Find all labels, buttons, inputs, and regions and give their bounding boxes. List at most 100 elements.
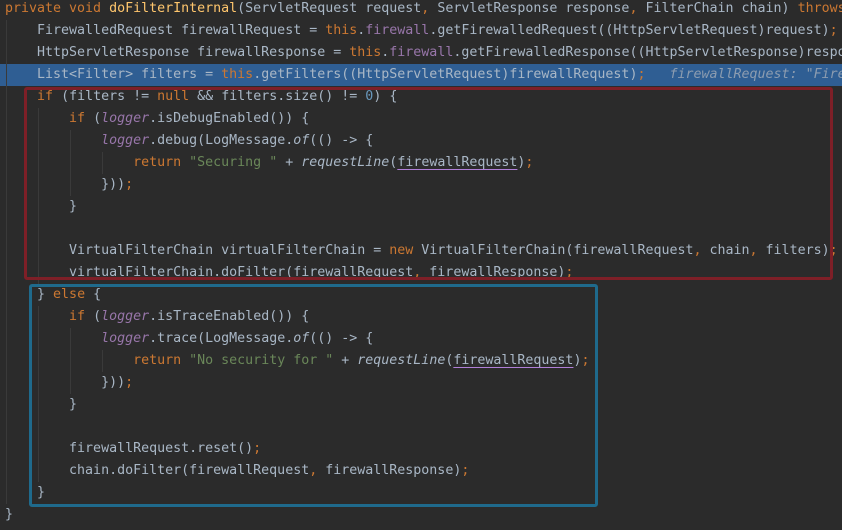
code-token: ServletResponse response xyxy=(437,1,630,16)
code-token: requestLine xyxy=(301,155,390,170)
code-token: , xyxy=(629,1,646,16)
code-token: .getFirewalledResponse((HttpServletRespo… xyxy=(453,45,842,60)
indent-guide xyxy=(70,328,71,394)
code-token: requestLine xyxy=(357,353,446,368)
indent-guide xyxy=(70,130,71,196)
code-token: ; xyxy=(565,265,574,280)
code-token: (filters != xyxy=(61,89,158,104)
code-line[interactable]: })); xyxy=(0,174,842,196)
code-line[interactable]: } xyxy=(0,504,842,526)
code-token: null xyxy=(157,89,198,104)
code-line[interactable]: private void doFilterInternal(ServletReq… xyxy=(0,0,842,20)
code-line[interactable]: } xyxy=(0,196,842,218)
code-token: } xyxy=(5,199,78,214)
code-token: })) xyxy=(5,177,126,192)
code-line[interactable]: return "No security for " + requestLine(… xyxy=(0,350,842,372)
code-token: if xyxy=(69,111,94,126)
code-token: .isDebugEnabled()) { xyxy=(149,111,310,126)
code-token: FirewalledRequest firewallRequest = xyxy=(5,23,326,38)
indent-guide xyxy=(102,350,103,372)
code-token: this xyxy=(349,45,382,60)
code-token: throws xyxy=(797,1,842,16)
code-token: VirtualFilterChain(firewallRequest xyxy=(421,243,694,258)
code-token: , xyxy=(693,243,710,258)
code-line[interactable]: } xyxy=(0,482,842,504)
code-token: this xyxy=(325,23,358,38)
code-token: } xyxy=(5,397,78,412)
code-token: .isTraceEnabled()) { xyxy=(149,309,310,324)
code-token: firewallRequest xyxy=(397,155,518,170)
code-line[interactable]: logger.trace(LogMessage.of(() -> { xyxy=(0,328,842,350)
code-line-current[interactable]: List<Filter> filters = this.getFilters((… xyxy=(0,64,842,86)
code-token: (ServletRequest request xyxy=(237,1,422,16)
code-token: chain.doFilter(firewallRequest xyxy=(5,463,310,478)
code-token: VirtualFilterChain virtualFilterChain = xyxy=(5,243,390,258)
code-token: of xyxy=(293,133,310,148)
code-token: .debug(LogMessage. xyxy=(149,133,294,148)
code-token: of xyxy=(293,331,310,346)
code-line[interactable]: firewallRequest.reset(); xyxy=(0,438,842,460)
code-line[interactable]: logger.debug(LogMessage.of(() -> { xyxy=(0,130,842,152)
code-editor[interactable]: private void doFilterInternal(ServletReq… xyxy=(0,0,842,526)
code-line[interactable]: } xyxy=(0,394,842,416)
code-token: else xyxy=(53,287,94,302)
code-token: } xyxy=(5,507,14,522)
code-token: logger xyxy=(101,111,150,126)
code-line[interactable]: if (logger.isDebugEnabled()) { xyxy=(0,108,842,130)
code-token: FilterChain chain) xyxy=(645,1,798,16)
code-token: logger xyxy=(101,331,150,346)
code-token: firewallResponse) xyxy=(325,463,462,478)
code-token: } xyxy=(5,287,54,302)
indent-guide xyxy=(38,306,39,482)
code-token: firewall xyxy=(365,23,430,38)
code-token: ; xyxy=(581,353,590,368)
code-token: .getFirewalledRequest((HttpServletReques… xyxy=(429,23,830,38)
code-token: firewallResponse) xyxy=(429,265,566,280)
code-line[interactable] xyxy=(0,218,842,240)
code-line[interactable]: chain.doFilter(firewallRequest, firewall… xyxy=(0,460,842,482)
code-token: (() -> { xyxy=(309,331,374,346)
code-token: .trace(LogMessage. xyxy=(149,331,294,346)
code-token: if xyxy=(37,89,62,104)
inline-debug-hint: firewallRequest: "Fire xyxy=(645,67,842,82)
indent-guide xyxy=(6,20,7,504)
code-token: virtualFilterChain.doFilter(firewallRequ… xyxy=(5,265,414,280)
code-token: && filters.size() != xyxy=(197,89,366,104)
code-token: this xyxy=(221,67,254,82)
code-token: , xyxy=(309,463,326,478)
code-line[interactable]: HttpServletResponse firewallResponse = t… xyxy=(0,42,842,64)
code-token: } xyxy=(5,485,46,500)
code-line[interactable]: } else { xyxy=(0,284,842,306)
code-line[interactable]: virtualFilterChain.doFilter(firewallRequ… xyxy=(0,262,842,284)
code-token: ( xyxy=(93,309,102,324)
code-line[interactable]: FirewalledRequest firewallRequest = this… xyxy=(0,20,842,42)
indent-guide xyxy=(38,108,39,284)
code-token: filters) xyxy=(765,243,830,258)
code-token: ; xyxy=(461,463,470,478)
code-token: firewallRequest xyxy=(453,353,574,368)
code-token: firewallRequest.reset() xyxy=(5,441,254,456)
code-token: return xyxy=(133,155,190,170)
code-token: })) xyxy=(5,375,126,390)
code-token: if xyxy=(69,309,94,324)
code-token: (() -> { xyxy=(309,133,374,148)
code-token: chain xyxy=(709,243,750,258)
code-line[interactable] xyxy=(0,416,842,438)
code-line[interactable]: })); xyxy=(0,372,842,394)
code-token: firewall xyxy=(389,45,454,60)
code-token: ; xyxy=(125,177,134,192)
code-token: logger xyxy=(101,309,150,324)
code-token: ; xyxy=(125,375,134,390)
code-token: "Securing " xyxy=(189,155,286,170)
code-token: + xyxy=(341,353,358,368)
code-line[interactable]: if (filters != null && filters.size() !=… xyxy=(0,86,842,108)
code-token: , xyxy=(413,265,430,280)
code-token: ( xyxy=(93,111,102,126)
code-line[interactable]: if (logger.isTraceEnabled()) { xyxy=(0,306,842,328)
code-token: return xyxy=(133,353,190,368)
code-line[interactable]: VirtualFilterChain virtualFilterChain = … xyxy=(0,240,842,262)
code-line[interactable]: return "Securing " + requestLine(firewal… xyxy=(0,152,842,174)
code-token: logger xyxy=(101,133,150,148)
